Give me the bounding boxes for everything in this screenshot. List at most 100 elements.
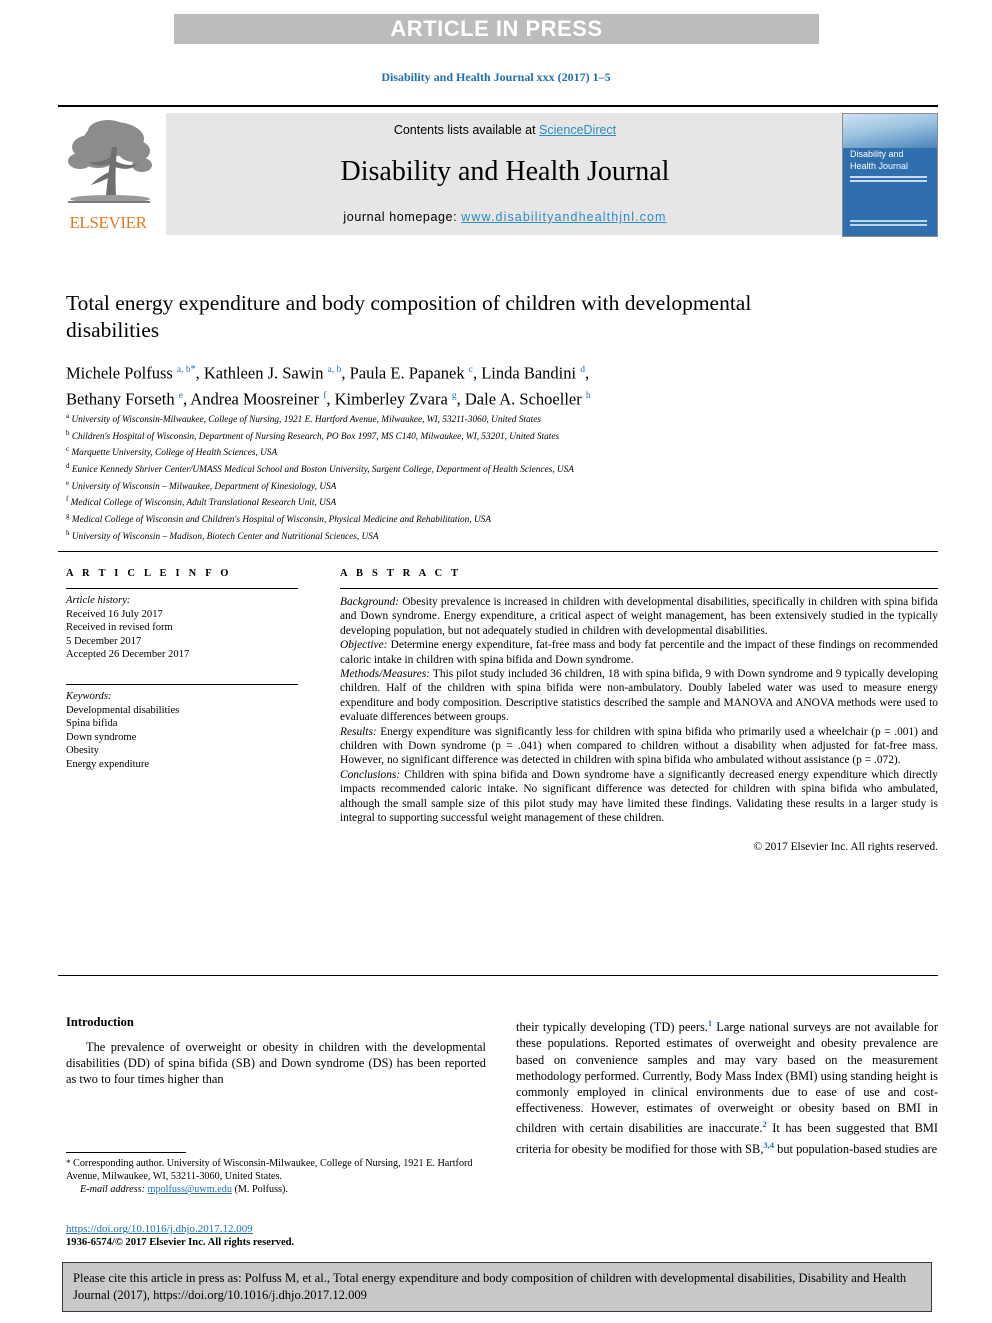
introduction-heading: Introduction <box>66 1015 134 1029</box>
affiliation-item: d Eunice Kennedy Shriver Center/UMASS Me… <box>66 460 926 477</box>
title-and-authors-block: Total energy expenditure and body compos… <box>66 290 766 410</box>
intro-text-part2: Large national surveys are not available… <box>516 1020 938 1136</box>
keywords-label: Keywords: <box>66 690 112 702</box>
issn-copyright-line: 1936-6574/© 2017 Elsevier Inc. All right… <box>66 1237 295 1248</box>
affiliation-marker: a, b <box>176 365 191 375</box>
reference-marker-3-4[interactable]: 3,4 <box>763 1140 774 1150</box>
author-bethany-forseth: Bethany Forseth <box>66 389 179 408</box>
elsevier-logo: ELSEVIER <box>58 113 158 235</box>
abstract-lead-objective: Objective: <box>340 639 388 652</box>
sciencedirect-link[interactable]: ScienceDirect <box>539 123 616 137</box>
abstract-text-conclusions: Children with spina bifida and Down synd… <box>340 768 938 825</box>
author-andrea-moosreiner: , Andrea Moosreiner <box>182 389 324 408</box>
cite-this-article-box: Please cite this article in press as: Po… <box>62 1262 932 1312</box>
journal-homepage-line: journal homepage: www.disabilityandhealt… <box>166 210 844 224</box>
page-title: Total energy expenditure and body compos… <box>66 291 752 342</box>
affiliation-marker: h <box>585 390 591 401</box>
abstract-lead-methods: Methods/Measures: <box>340 668 431 681</box>
author-kimberley-zvara: , Kimberley Zvara <box>326 389 452 408</box>
introduction-paragraph-left: The prevalence of overweight or obesity … <box>66 1040 486 1087</box>
doi-link[interactable]: https://doi.org/10.1016/j.dhjo.2017.12.0… <box>66 1223 253 1235</box>
affiliation-text: Medical College of Wisconsin and Childre… <box>71 515 492 526</box>
keywords-rule <box>66 683 298 685</box>
masthead-center-panel: Contents lists available at ScienceDirec… <box>166 113 844 235</box>
elsevier-tree-icon <box>68 120 152 203</box>
homepage-prefix: journal homepage: <box>343 210 462 224</box>
affiliation-marker: c <box>66 445 70 454</box>
affiliation-text: University of Wisconsin – Madison, Biote… <box>71 531 379 542</box>
abstract-text-objective: Determine energy expenditure, fat-free m… <box>340 639 938 666</box>
introduction-paragraph-right: their typically developing (TD) peers.1 … <box>516 1015 938 1157</box>
contents-available-line: Contents lists available at ScienceDirec… <box>166 123 844 137</box>
accepted-date: Accepted 26 December 2017 <box>66 649 190 661</box>
affiliation-item: a University of Wisconsin-Milwaukee, Col… <box>66 410 926 427</box>
abstract-lead-background: Background: <box>340 596 400 608</box>
abstract-text-methods: This pilot study included 36 children, 1… <box>340 668 938 724</box>
keyword-item: Spina bifida <box>66 718 118 730</box>
corresponding-author-email-link[interactable]: mpolfuss@uwm.edu <box>148 1184 232 1195</box>
affiliation-text: University of Wisconsin – Milwaukee, Dep… <box>71 481 337 492</box>
author-dale-schoeller: , Dale A. Schoeller <box>456 389 586 408</box>
affiliation-marker: h <box>66 528 70 537</box>
journal-cover-thumbnail: Disability and Health Journal <box>842 113 938 237</box>
cover-subtitle-lines <box>850 176 927 186</box>
footnote-body: * Corresponding author. University of Wi… <box>66 1157 486 1197</box>
corresponding-author-footnote: * Corresponding author. University of Wi… <box>66 1152 486 1197</box>
affiliation-marker: a, b <box>327 365 342 375</box>
abstract-section-methods: Methods/Measures: This pilot study inclu… <box>340 667 938 725</box>
elsevier-wordmark: ELSEVIER <box>69 213 147 232</box>
article-in-press-banner: ARTICLE IN PRESS <box>174 14 819 44</box>
abstract-heading: A B S T R A C T <box>340 568 462 579</box>
abstract-section-background: Background: Obesity prevalence is increa… <box>340 595 938 638</box>
intro-text-part1: their typically developing (TD) peers. <box>516 1020 708 1035</box>
contents-prefix: Contents lists available at <box>393 123 540 137</box>
affiliation-item: c Marquette University, College of Healt… <box>66 443 926 460</box>
abstract-section-conclusions: Conclusions: Children with spina bifida … <box>340 768 938 826</box>
affiliation-text: Marquette University, College of Health … <box>71 448 278 459</box>
affiliation-marker: g <box>66 512 70 521</box>
keyword-item: Developmental disabilities <box>66 704 180 716</box>
footnote-corresponding-text: Corresponding author. University of Wisc… <box>66 1158 473 1183</box>
keywords-block: Keywords: Developmental disabilities Spi… <box>66 683 298 772</box>
article-history-block: Article history: Received 16 July 2017 R… <box>66 594 298 662</box>
abstract-lead-conclusions: Conclusions: <box>340 768 401 781</box>
section-divider-bottom <box>58 975 938 976</box>
keyword-item: Energy expenditure <box>66 758 150 770</box>
introduction-left-column: Introduction The prevalence of overweigh… <box>66 1015 486 1088</box>
affiliation-marker: f <box>66 495 69 504</box>
intro-text-part4: but population-based studies are <box>774 1141 938 1156</box>
abstract-body: Background: Obesity prevalence is increa… <box>340 595 938 854</box>
affiliation-text: Children's Hospital of Wisconsin, Depart… <box>71 431 560 442</box>
article-info-rule <box>66 588 298 589</box>
affiliation-item: g Medical College of Wisconsin and Child… <box>66 510 926 527</box>
affiliation-marker: a <box>66 412 70 420</box>
abstract-lead-results: Results: <box>340 725 377 738</box>
author-michele-polfuss: Michele Polfuss <box>66 363 177 383</box>
affiliation-item: e University of Wisconsin – Milwaukee, D… <box>66 477 926 494</box>
author-kathleen-sawin: , Kathleen J. Sawin <box>195 363 328 383</box>
abstract-section-objective: Objective: Determine energy expenditure,… <box>340 638 938 667</box>
revised-label: Received in revised form <box>66 622 173 634</box>
abstract-copyright: © 2017 Elsevier Inc. All rights reserved… <box>753 840 938 853</box>
abstract-section-results: Results: Energy expenditure was signific… <box>340 725 938 768</box>
affiliation-list: a University of Wisconsin-Milwaukee, Col… <box>66 410 926 544</box>
keyword-item: Down syndrome <box>66 731 137 743</box>
revised-date: 5 December 2017 <box>66 635 142 647</box>
email-address-label: E-mail address: <box>80 1184 145 1196</box>
cover-footer-lines <box>850 220 927 228</box>
cite-this-article-text: Please cite this article in press as: Po… <box>73 1271 907 1302</box>
introduction-right-column: their typically developing (TD) peers.1 … <box>516 1015 938 1157</box>
author-paula-papanek: , Paula E. Papanek <box>341 363 469 383</box>
received-date: Received 16 July 2017 <box>66 608 163 620</box>
article-history-label: Article history: <box>66 595 131 606</box>
abstract-text-results: Energy expenditure was significantly les… <box>340 725 938 767</box>
journal-title: Disability and Health Journal <box>340 156 670 187</box>
affiliation-marker: d <box>580 365 585 375</box>
journal-homepage-link[interactable]: www.disabilityandhealthjnl.com <box>461 210 666 224</box>
article-info-heading: A R T I C L E I N F O <box>66 568 232 579</box>
affiliation-text: Medical College of Wisconsin, Adult Tran… <box>70 498 337 509</box>
cover-sky-graphic <box>843 114 937 148</box>
abstract-rule <box>340 588 938 589</box>
section-divider-top <box>58 551 938 552</box>
journal-masthead: ELSEVIER Contents lists available at Sci… <box>58 105 938 237</box>
